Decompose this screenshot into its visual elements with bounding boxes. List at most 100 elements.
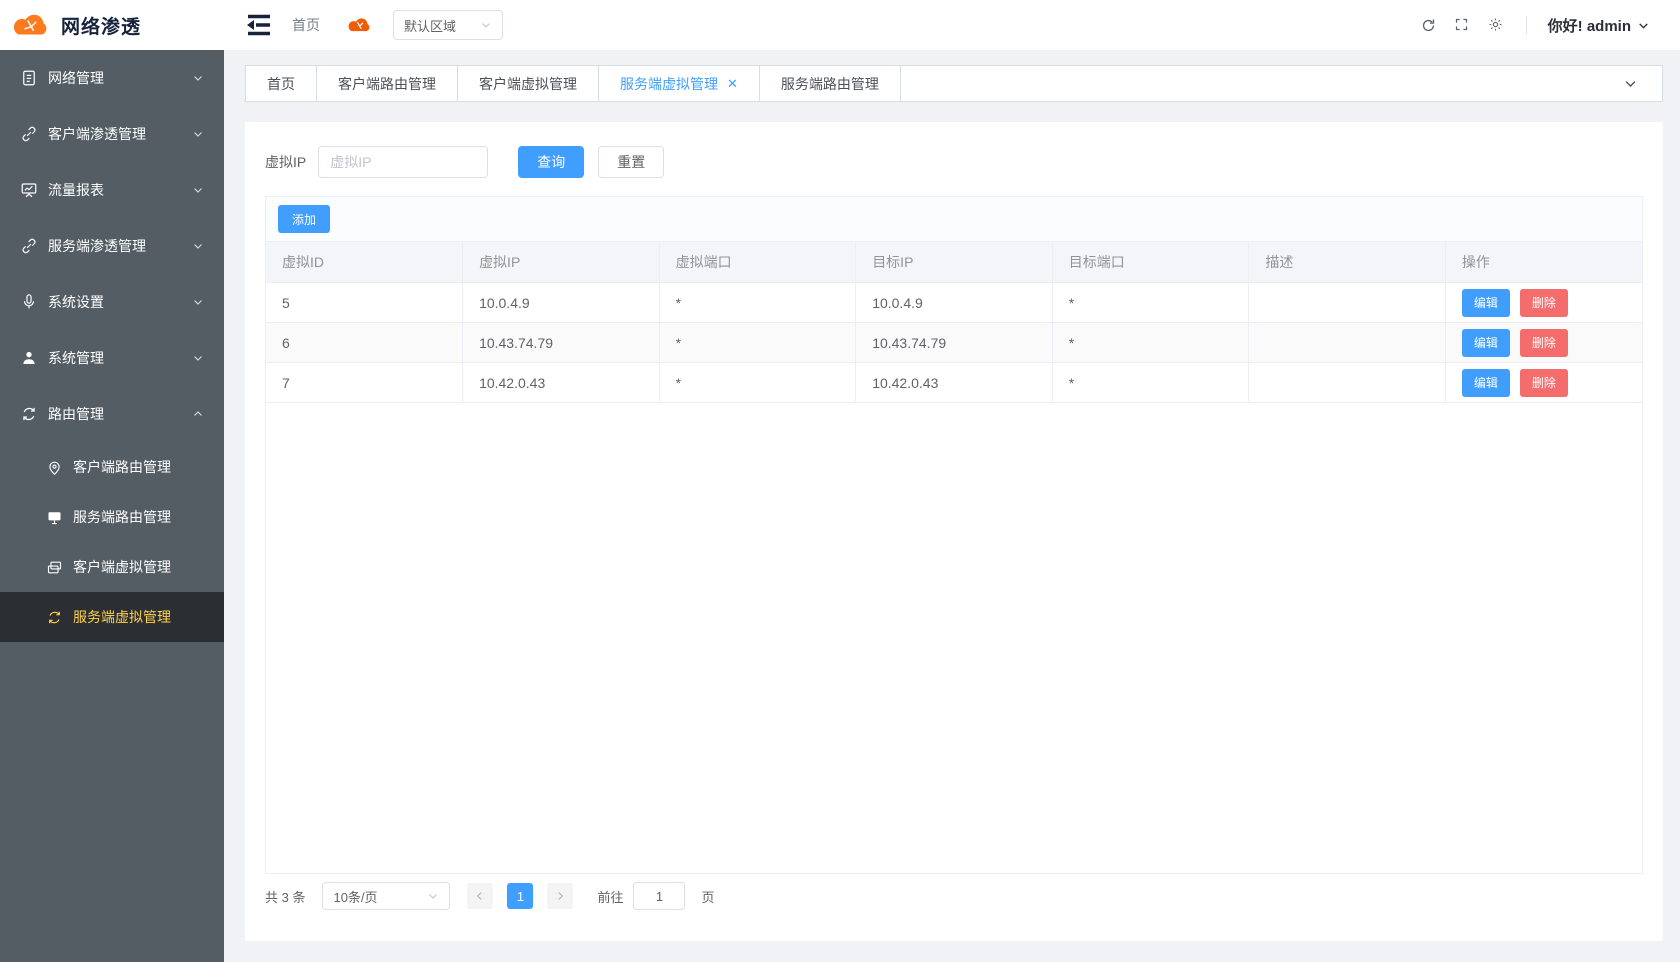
column-header: 虚拟ID xyxy=(266,242,463,283)
refresh-icon[interactable] xyxy=(1420,17,1437,34)
sun-icon[interactable] xyxy=(1488,17,1505,34)
sidebar-item-system-settings[interactable]: 系统设置 xyxy=(0,274,224,330)
user-icon xyxy=(20,349,38,367)
tab-label: 客户端路由管理 xyxy=(338,74,436,94)
region-select[interactable]: 默认区域 xyxy=(393,10,503,40)
chevron-down-icon xyxy=(192,352,204,364)
goto-label: 前往 xyxy=(597,887,623,906)
breadcrumb[interactable]: 首页 xyxy=(292,15,320,35)
edit-button[interactable]: 编辑 xyxy=(1462,329,1510,357)
reset-button[interactable]: 重置 xyxy=(598,146,664,178)
top-header: 首页 默认区域 你好! admin xyxy=(224,0,1680,50)
prev-page-button[interactable] xyxy=(467,883,493,909)
next-page-button[interactable] xyxy=(547,883,573,909)
sidebar-item-label: 服务端路由管理 xyxy=(73,507,171,527)
edit-button[interactable]: 编辑 xyxy=(1462,289,1510,317)
tab-label: 服务端路由管理 xyxy=(781,74,879,94)
sidebar-item-client-virtual-mgmt[interactable]: 客户端虚拟管理 xyxy=(0,542,224,592)
refresh-icon xyxy=(46,609,63,626)
search-form: 虚拟IP 查询 重置 xyxy=(265,146,1643,178)
tab-label: 首页 xyxy=(267,74,295,94)
sidebar: 网络渗透 网络管理 客户端渗透管理 流量报表 xyxy=(0,0,224,962)
microphone-icon xyxy=(20,293,38,311)
app-logo: 网络渗透 xyxy=(0,0,224,50)
sidebar-item-label: 客户端虚拟管理 xyxy=(73,557,171,577)
collapse-sidebar-icon[interactable] xyxy=(246,14,272,36)
tab-server-route-mgmt[interactable]: 服务端路由管理 xyxy=(760,66,901,101)
sidebar-item-client-pentest-mgmt[interactable]: 客户端渗透管理 xyxy=(0,106,224,162)
pagination-bar: 共 3 条 10条/页 1 前往 页 xyxy=(265,882,1643,910)
page-size-select[interactable]: 10条/页 xyxy=(322,882,450,910)
user-dropdown[interactable]: 你好! admin xyxy=(1548,15,1650,36)
close-icon[interactable]: ✕ xyxy=(727,77,738,90)
chevron-up-icon xyxy=(192,408,204,420)
chevron-down-icon xyxy=(192,240,204,252)
sidebar-item-server-pentest-mgmt[interactable]: 服务端渗透管理 xyxy=(0,218,224,274)
page-size-value: 10条/页 xyxy=(333,887,377,906)
sidebar-item-traffic-report[interactable]: 流量报表 xyxy=(0,162,224,218)
sidebar-item-label: 服务端渗透管理 xyxy=(48,236,192,256)
delete-button[interactable]: 删除 xyxy=(1520,329,1568,357)
pagination-total: 共 3 条 xyxy=(265,887,305,906)
table-container: 添加 虚拟ID 虚拟IP 虚拟端口 目标IP 目标端口 描述 操作 xyxy=(265,196,1643,874)
column-header: 目标IP xyxy=(856,242,1053,283)
tab-home[interactable]: 首页 xyxy=(246,66,317,101)
tab-server-virtual-mgmt[interactable]: 服务端虚拟管理 ✕ xyxy=(599,66,760,101)
tab-client-virtual-mgmt[interactable]: 客户端虚拟管理 xyxy=(458,66,599,101)
content-panel: 虚拟IP 查询 重置 添加 虚拟ID 虚拟IP 虚拟端口 目标IP 目标端口 描… xyxy=(245,122,1663,941)
page-number-button[interactable]: 1 xyxy=(507,883,533,909)
virtual-ip-input[interactable] xyxy=(318,146,488,178)
chart-board-icon xyxy=(20,181,38,199)
goto-page-input[interactable] xyxy=(633,882,685,910)
document-icon xyxy=(20,69,38,87)
cell-virtual-id: 5 xyxy=(266,283,463,323)
sidebar-item-system-mgmt[interactable]: 系统管理 xyxy=(0,330,224,386)
tab-client-route-mgmt[interactable]: 客户端路由管理 xyxy=(317,66,458,101)
cell-target-ip: 10.43.74.79 xyxy=(856,323,1053,363)
sidebar-item-label: 系统设置 xyxy=(48,292,192,312)
sidebar-item-label: 服务端虚拟管理 xyxy=(73,607,171,627)
sidebar-item-server-virtual-mgmt[interactable]: 服务端虚拟管理 xyxy=(0,592,224,642)
cloud-logo-icon xyxy=(10,11,52,39)
fullscreen-icon[interactable] xyxy=(1454,17,1471,34)
tab-options-chevron-down-icon[interactable] xyxy=(1599,66,1662,101)
cloud-icon[interactable] xyxy=(346,16,373,34)
divider xyxy=(1526,16,1527,34)
cell-virtual-ip: 10.43.74.79 xyxy=(463,323,660,363)
chevron-down-icon xyxy=(1637,19,1650,32)
cell-virtual-id: 7 xyxy=(266,363,463,403)
cards-icon xyxy=(46,559,63,576)
sidebar-item-label: 系统管理 xyxy=(48,348,192,368)
edit-button[interactable]: 编辑 xyxy=(1462,369,1510,397)
chevron-down-icon xyxy=(192,72,204,84)
cell-virtual-port: * xyxy=(659,363,856,403)
region-select-value: 默认区域 xyxy=(404,16,456,35)
chevron-down-icon xyxy=(480,19,492,31)
virtual-routes-table: 虚拟ID 虚拟IP 虚拟端口 目标IP 目标端口 描述 操作 5 10.0.4.… xyxy=(266,241,1642,403)
cell-actions: 编辑 删除 xyxy=(1445,323,1642,363)
column-header: 描述 xyxy=(1249,242,1446,283)
cell-target-port: * xyxy=(1052,323,1249,363)
table-row: 6 10.43.74.79 * 10.43.74.79 * 编辑 删除 xyxy=(266,323,1642,363)
table-toolbar: 添加 xyxy=(266,197,1642,241)
sidebar-item-label: 网络管理 xyxy=(48,68,192,88)
link-icon xyxy=(20,237,38,255)
sidebar-item-route-mgmt[interactable]: 路由管理 xyxy=(0,386,224,442)
query-button[interactable]: 查询 xyxy=(518,146,584,178)
delete-button[interactable]: 删除 xyxy=(1520,369,1568,397)
delete-button[interactable]: 删除 xyxy=(1520,289,1568,317)
cell-virtual-ip: 10.42.0.43 xyxy=(463,363,660,403)
cell-virtual-id: 6 xyxy=(266,323,463,363)
sidebar-item-client-route-mgmt[interactable]: 客户端路由管理 xyxy=(0,442,224,492)
sidebar-item-label: 路由管理 xyxy=(48,404,192,424)
cell-virtual-ip: 10.0.4.9 xyxy=(463,283,660,323)
cell-actions: 编辑 删除 xyxy=(1445,363,1642,403)
cell-target-ip: 10.0.4.9 xyxy=(856,283,1053,323)
chevron-down-icon xyxy=(427,890,439,902)
chevron-down-icon xyxy=(192,184,204,196)
sidebar-item-network-mgmt[interactable]: 网络管理 xyxy=(0,50,224,106)
app-title: 网络渗透 xyxy=(61,12,141,39)
sidebar-item-label: 客户端渗透管理 xyxy=(48,124,192,144)
sidebar-item-server-route-mgmt[interactable]: 服务端路由管理 xyxy=(0,492,224,542)
add-button[interactable]: 添加 xyxy=(278,205,330,233)
